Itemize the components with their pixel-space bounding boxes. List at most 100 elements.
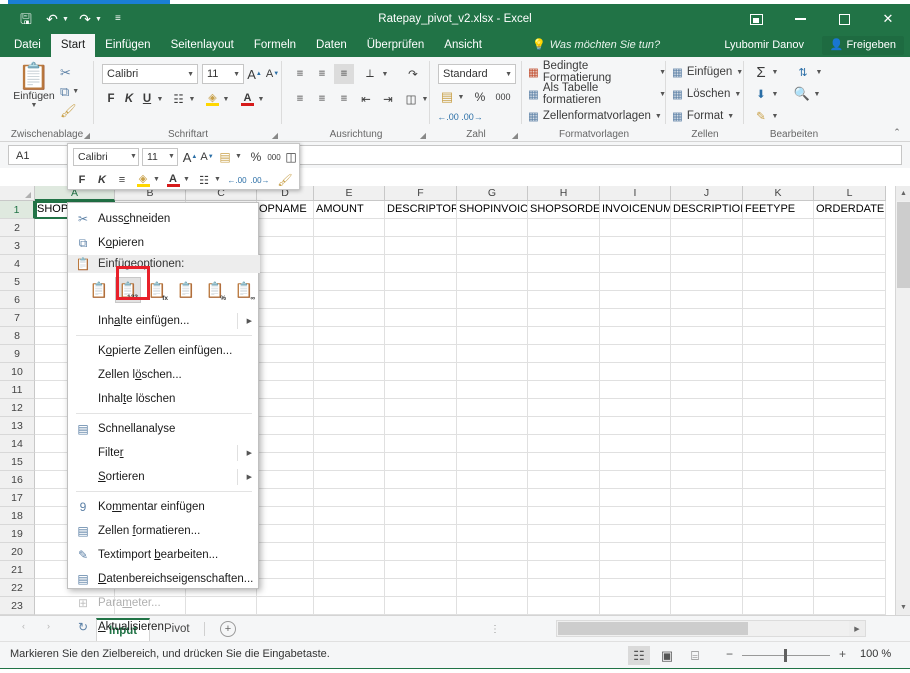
- cell-J16[interactable]: [671, 471, 743, 489]
- row-header-9[interactable]: 9: [0, 345, 35, 363]
- cell-D10[interactable]: [257, 363, 314, 381]
- wrap-text-button[interactable]: ↷: [402, 64, 424, 84]
- cell-D17[interactable]: [257, 489, 314, 507]
- cell-G13[interactable]: [457, 417, 528, 435]
- cell-F18[interactable]: [385, 507, 457, 525]
- cell-E14[interactable]: [314, 435, 385, 453]
- cell-D20[interactable]: [257, 543, 314, 561]
- cell-E2[interactable]: [314, 219, 385, 237]
- cell-D9[interactable]: [257, 345, 314, 363]
- cell-F20[interactable]: [385, 543, 457, 561]
- sort-filter-button[interactable]: ⇅: [792, 62, 814, 82]
- cell-I11[interactable]: [600, 381, 671, 399]
- cell-K23[interactable]: [743, 597, 814, 615]
- column-header-f[interactable]: F: [385, 186, 457, 201]
- percent-format-button[interactable]: %: [472, 87, 488, 107]
- cell-J12[interactable]: [671, 399, 743, 417]
- cell-J20[interactable]: [671, 543, 743, 561]
- cell-E11[interactable]: [314, 381, 385, 399]
- column-header-e[interactable]: E: [314, 186, 385, 201]
- cell-J22[interactable]: [671, 579, 743, 597]
- cell-G21[interactable]: [457, 561, 528, 579]
- cell-I3[interactable]: [600, 237, 671, 255]
- cell-J9[interactable]: [671, 345, 743, 363]
- paste-formatting-icon[interactable]: 📋%: [202, 277, 228, 303]
- cell-K1[interactable]: FEETYPE: [743, 201, 814, 219]
- cell-I20[interactable]: [600, 543, 671, 561]
- mini-accounting-dropdown-icon[interactable]: ▼: [235, 153, 242, 160]
- cell-L23[interactable]: [814, 597, 886, 615]
- cell-F19[interactable]: [385, 525, 457, 543]
- cell-K7[interactable]: [743, 309, 814, 327]
- fill-color-dropdown-icon[interactable]: ▼: [221, 89, 231, 109]
- cell-L22[interactable]: [814, 579, 886, 597]
- menu-item-delete-cells[interactable]: Zellen löschen...: [68, 363, 260, 387]
- cell-G23[interactable]: [457, 597, 528, 615]
- tab-seitenlayout[interactable]: Seitenlayout: [161, 34, 244, 57]
- comma-format-button[interactable]: 000: [492, 87, 514, 107]
- horizontal-scroll-thumb[interactable]: [558, 622, 748, 635]
- cell-L6[interactable]: [814, 291, 886, 309]
- cell-E6[interactable]: [314, 291, 385, 309]
- cell-J23[interactable]: [671, 597, 743, 615]
- bold-button[interactable]: F: [103, 89, 119, 109]
- cell-J2[interactable]: [671, 219, 743, 237]
- cell-G14[interactable]: [457, 435, 528, 453]
- copy-dropdown-icon[interactable]: ▼: [72, 88, 79, 95]
- cell-E12[interactable]: [314, 399, 385, 417]
- cell-H1[interactable]: SHOPSORDEI: [528, 201, 600, 219]
- font-size-dropdown-icon[interactable]: ▼: [233, 71, 240, 78]
- row-header-8[interactable]: 8: [0, 327, 35, 345]
- number-format-box[interactable]: Standard▼: [438, 64, 516, 84]
- row-header-1[interactable]: 1: [0, 201, 35, 219]
- cell-L11[interactable]: [814, 381, 886, 399]
- number-dialog-launcher-icon[interactable]: ◢: [512, 131, 518, 140]
- cell-L17[interactable]: [814, 489, 886, 507]
- cell-L3[interactable]: [814, 237, 886, 255]
- view-buttons[interactable]: ☷ ▣ ⌸: [628, 646, 706, 665]
- cell-L7[interactable]: [814, 309, 886, 327]
- cell-H15[interactable]: [528, 453, 600, 471]
- cell-J19[interactable]: [671, 525, 743, 543]
- cell-E10[interactable]: [314, 363, 385, 381]
- mini-italic-button[interactable]: K: [94, 171, 110, 189]
- cell-E19[interactable]: [314, 525, 385, 543]
- mini-shrink-font-button[interactable]: A▼: [199, 148, 215, 166]
- row-header-15[interactable]: 15: [0, 453, 35, 471]
- tab-ueberpruefen[interactable]: Überprüfen: [357, 34, 435, 57]
- menu-item-cut[interactable]: ✂Ausschneiden: [68, 207, 260, 231]
- mini-comma-button[interactable]: 000: [265, 148, 283, 166]
- column-header-j[interactable]: J: [671, 186, 743, 201]
- cell-L12[interactable]: [814, 399, 886, 417]
- zoom-slider-thumb[interactable]: [784, 649, 787, 662]
- copy-button[interactable]: ⧉▼: [60, 82, 79, 101]
- cell-G19[interactable]: [457, 525, 528, 543]
- mini-font-color-dropdown-icon[interactable]: ▼: [183, 176, 190, 183]
- menu-item-quick-analysis[interactable]: ▤Schnellanalyse: [68, 417, 260, 441]
- cell-E9[interactable]: [314, 345, 385, 363]
- cell-J14[interactable]: [671, 435, 743, 453]
- row-header-18[interactable]: 18: [0, 507, 35, 525]
- cell-H16[interactable]: [528, 471, 600, 489]
- mini-borders-button[interactable]: ☷: [196, 171, 212, 189]
- row-header-11[interactable]: 11: [0, 381, 35, 399]
- cell-J11[interactable]: [671, 381, 743, 399]
- close-icon[interactable]: ✕: [866, 4, 910, 34]
- row-header-10[interactable]: 10: [0, 363, 35, 381]
- row-header-14[interactable]: 14: [0, 435, 35, 453]
- cell-K16[interactable]: [743, 471, 814, 489]
- alignment-dialog-launcher-icon[interactable]: ◢: [420, 131, 426, 140]
- grow-font-button[interactable]: A▲: [246, 64, 263, 84]
- cell-G17[interactable]: [457, 489, 528, 507]
- insert-cells-button[interactable]: ▦Einfügen▼: [672, 62, 744, 82]
- menu-item-insert-comment[interactable]: ὞9Kommentar einfügen: [68, 495, 260, 519]
- font-name-dropdown-icon[interactable]: ▼: [187, 71, 194, 78]
- font-name-box[interactable]: Calibri▼: [102, 64, 198, 84]
- cell-E16[interactable]: [314, 471, 385, 489]
- cell-J3[interactable]: [671, 237, 743, 255]
- increase-indent-button[interactable]: ⇥: [378, 89, 398, 109]
- decrease-indent-button[interactable]: ⇤: [356, 89, 376, 109]
- tab-daten[interactable]: Daten: [306, 34, 357, 57]
- row-header-6[interactable]: 6: [0, 291, 35, 309]
- mini-font-name-dropdown-icon[interactable]: ▼: [130, 153, 137, 160]
